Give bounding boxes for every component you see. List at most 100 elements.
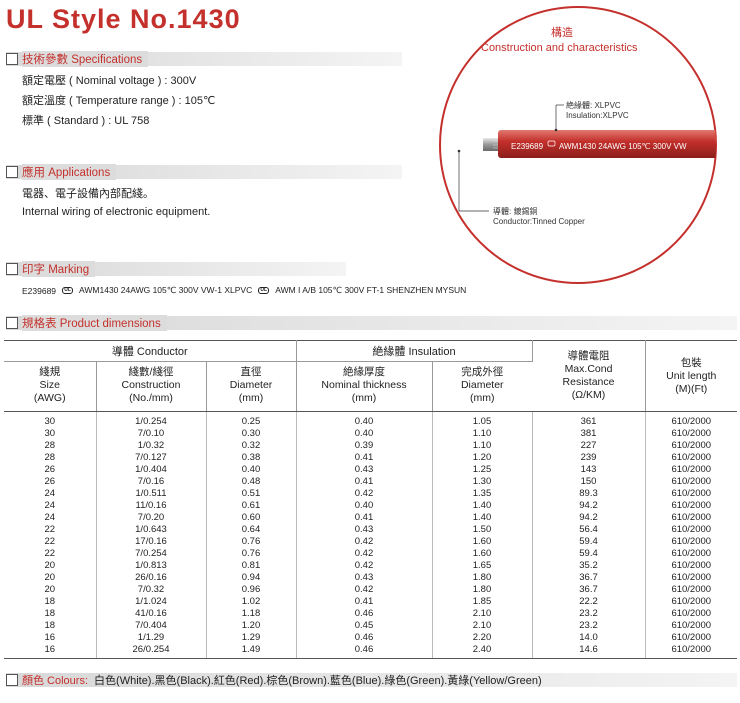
table-row: 26 1/0.404 0.40 0.43 1.25 143 610/2000 <box>4 464 737 476</box>
table-cell: 610/2000 <box>671 488 712 499</box>
table-cell: 0.46 <box>296 644 433 659</box>
marking-file-number: E239689 <box>22 285 57 296</box>
col-header-line: 綫規 <box>39 366 61 378</box>
section-marker <box>6 317 18 329</box>
table-row: 18 41/0.16 1.18 0.46 2.10 23.2 610/2000 <box>4 608 737 620</box>
table-cell: 0.32 <box>206 440 297 452</box>
table-row: 28 1/0.32 0.32 0.39 1.10 227 610/2000 <box>4 440 737 452</box>
table-row: 30 7/0.10 0.30 0.40 1.10 381 610/2000 <box>4 428 737 440</box>
table-cell: 41/0.16 <box>96 608 207 620</box>
table-cell: 24 <box>4 512 97 524</box>
table-row: 20 7/0.32 0.96 0.42 1.80 36.7 610/2000 <box>4 584 737 596</box>
table-cell: 22.2 <box>532 596 646 608</box>
section-marker <box>6 53 18 65</box>
col-header-line: 包裝 <box>680 356 702 369</box>
table-cell: 11/0.16 <box>96 500 207 512</box>
table-row: 22 17/0.16 0.76 0.42 1.60 59.4 610/2000 <box>4 536 737 548</box>
col-header-package: 包裝 Unit length (M)(Ft) <box>645 340 737 412</box>
table-cell: 0.38 <box>206 452 297 464</box>
table-cell: 1.35 <box>432 488 533 500</box>
table-row: 16 26/0.254 1.49 0.46 2.40 14.6 610/2000 <box>4 644 737 659</box>
group-header-insulation: 絶緣體 Insulation <box>296 340 533 362</box>
illustration-title-zh: 構造 <box>551 25 573 39</box>
col-header-line: (AWG) <box>33 392 66 404</box>
table-cell: 59.4 <box>532 536 646 548</box>
table-cell: 239 <box>532 452 646 464</box>
table-cell: 610/2000 <box>671 464 712 475</box>
section-specifications: 技術參數 Specifications <box>6 51 149 67</box>
table-cell: 1.50 <box>432 524 533 536</box>
table-cell: 0.30 <box>206 428 297 440</box>
table-cell: 7/0.32 <box>96 584 207 596</box>
table-cell: 1.60 <box>432 548 533 560</box>
table-cell: 1.29 <box>206 632 297 644</box>
table-cell: 610/2000 <box>671 536 712 547</box>
col-header-line: Unit length <box>666 369 717 382</box>
table-cell: 24 <box>4 500 97 512</box>
table-cell: 1.25 <box>432 464 533 476</box>
table-cell: 1/0.32 <box>96 440 207 452</box>
table-cell: 0.76 <box>206 536 297 548</box>
table-cell: 227 <box>532 440 646 452</box>
page-title: UL Style No.1430 <box>6 4 241 34</box>
col-header-line: 絶緣厚度 <box>343 366 385 378</box>
col-header-line: Diameter <box>460 379 504 391</box>
table-cell: 0.76 <box>206 548 297 560</box>
col-header-line: (mm) <box>351 392 377 404</box>
table-cell: 20 <box>4 560 97 572</box>
table-cell: 0.45 <box>296 620 433 632</box>
col-header-line: Diameter <box>229 379 273 391</box>
table-cell: 1.49 <box>206 644 297 659</box>
table-row: 24 11/0.16 0.61 0.40 1.40 94.2 610/2000 <box>4 500 737 512</box>
section-title: 顏色 Colours: <box>22 675 89 687</box>
table-row: 24 1/0.511 0.51 0.42 1.35 89.3 610/2000 <box>4 488 737 500</box>
section-colours: 顏色 Colours: 白色(White).黑色(Black).紅色(Red).… <box>6 673 542 687</box>
col-header-line: Construction <box>121 379 181 391</box>
table-cell: 56.4 <box>532 524 646 536</box>
marking-text: E239689 UL AWM1430 24AWG 105℃ 300V VW-1 … <box>22 285 466 296</box>
table-cell: 26/0.254 <box>96 644 207 659</box>
table-cell: 0.40 <box>296 411 433 428</box>
col-header-line: (mm) <box>470 392 495 404</box>
table-row: 30 1/0.254 0.25 0.40 1.05 361 610/2000 <box>4 411 737 428</box>
table-cell: 20 <box>4 584 97 596</box>
table-cell: 610/2000 <box>671 512 712 523</box>
table-cell: 35.2 <box>532 560 646 572</box>
table-cell: 16 <box>4 632 97 644</box>
table-cell: 610/2000 <box>671 560 712 571</box>
table-cell: 610/2000 <box>671 500 712 511</box>
section-dimensions: 規格表 Product dimensions <box>6 315 167 331</box>
col-header-outer-diameter: 完成外徑 Diameter (mm) <box>432 361 532 412</box>
table-cell: 1/0.813 <box>96 560 207 572</box>
table-cell: 610/2000 <box>671 620 712 631</box>
table-cell: 0.41 <box>296 596 433 608</box>
col-header-line: (M)(Ft) <box>675 382 708 395</box>
table-cell: 610/2000 <box>671 476 712 487</box>
table-cell: 610/2000 <box>671 596 712 607</box>
table-cell: 150 <box>532 476 646 488</box>
table-cell: 2.40 <box>432 644 533 659</box>
construction-illustration: E239689 AWM1430 24AWG 105℃ 300V VW 構造 Co… <box>439 6 717 284</box>
table-cell: 610/2000 <box>671 548 712 559</box>
table-cell: 2.10 <box>432 608 533 620</box>
table-cell: 59.4 <box>532 548 646 560</box>
table-row: 24 7/0.20 0.60 0.41 1.40 94.2 610/2000 <box>4 512 737 524</box>
table-cell: 0.64 <box>206 524 297 536</box>
table-cell: 610/2000 <box>671 584 712 595</box>
table-row: 20 26/0.16 0.94 0.43 1.80 36.7 610/2000 <box>4 572 737 584</box>
col-header-construction: 綫數/綫徑 Construction (No./mm) <box>96 361 207 412</box>
table-row: 18 7/0.404 1.20 0.45 2.10 23.2 610/2000 <box>4 620 737 632</box>
table-cell: 1.05 <box>432 411 533 428</box>
table-cell: 0.60 <box>206 512 297 524</box>
ul-logo-icon: UL <box>62 287 74 294</box>
cable-print-awm: AWM1430 24AWG 105℃ 300V VW <box>559 142 687 151</box>
group-header-conductor: 導體 Conductor <box>4 340 297 362</box>
table-cell: 14.0 <box>532 632 646 644</box>
table-cell: 610/2000 <box>671 524 712 535</box>
table-cell: 0.43 <box>296 464 433 476</box>
table-cell: 22 <box>4 536 97 548</box>
col-header-line: 綫數/綫徑 <box>128 366 174 378</box>
table-cell: 0.43 <box>296 524 433 536</box>
table-cell: 7/0.404 <box>96 620 207 632</box>
table-cell: 0.42 <box>296 548 433 560</box>
